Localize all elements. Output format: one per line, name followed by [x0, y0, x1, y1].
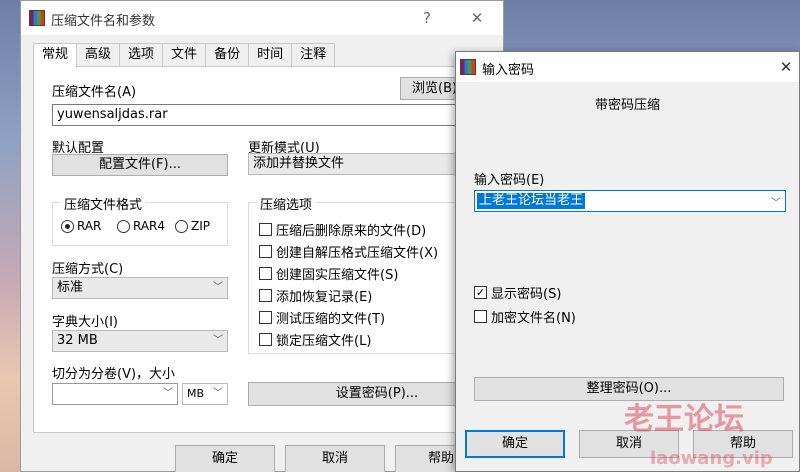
- tab-comment[interactable]: 注释: [291, 43, 336, 67]
- show-password-checkbox[interactable]: ✓ 显示密码(S): [474, 283, 561, 302]
- password-help-button[interactable]: 帮助: [693, 430, 793, 458]
- format-rar-label: RAR: [77, 219, 102, 233]
- option-recovery-label: 添加恢复记录(E): [276, 290, 373, 305]
- checkbox-unchecked-icon: [259, 267, 272, 280]
- split-size-input[interactable]: ﹀: [52, 383, 178, 405]
- password-value: 上老王论坛当老王: [477, 193, 586, 209]
- split-unit-value: MB: [187, 387, 205, 400]
- main-dialog-title: 压缩文件名和参数: [51, 14, 156, 29]
- archiving-options-title: 压缩选项: [257, 194, 316, 213]
- tab-bar: 常规 高级 选项 文件 备份 时间 注释: [33, 43, 336, 68]
- option-lock-label: 锁定压缩文件(L): [276, 334, 372, 349]
- password-dialog-title: 输入密码: [482, 63, 535, 78]
- option-delete-after-checkbox[interactable]: 压缩后删除原来的文件(D): [259, 220, 426, 239]
- check-icon: ✓: [474, 286, 487, 299]
- option-test-label: 测试压缩的文件(T): [276, 312, 386, 327]
- profiles-button[interactable]: 配置文件(F)...: [52, 154, 228, 176]
- help-icon[interactable]: ?: [415, 7, 439, 29]
- chevron-down-icon: ﹀: [213, 282, 223, 293]
- tab-advanced[interactable]: 高级: [76, 43, 121, 67]
- password-input-label: 输入密码(E): [474, 173, 545, 188]
- winrar-icon: [29, 10, 45, 26]
- password-ok-button[interactable]: 确定: [465, 430, 565, 458]
- chevron-down-icon: ﹀: [213, 335, 223, 346]
- option-test-checkbox[interactable]: 测试压缩的文件(T): [259, 308, 385, 327]
- checkbox-unchecked-icon: [259, 333, 272, 346]
- option-solid-checkbox[interactable]: 创建固实压缩文件(S): [259, 264, 398, 283]
- format-rar4-radio[interactable]: RAR4: [117, 219, 165, 233]
- compression-method-label: 压缩方式(C): [52, 262, 124, 277]
- chevron-down-icon: ﹀: [213, 388, 223, 399]
- tab-backup[interactable]: 备份: [205, 43, 250, 67]
- checkbox-unchecked-icon: [474, 310, 487, 323]
- password-cancel-button[interactable]: 取消: [579, 430, 679, 458]
- radio-selected-icon: [61, 219, 74, 233]
- tab-time[interactable]: 时间: [248, 43, 293, 67]
- option-sfx-checkbox[interactable]: 创建自解压格式压缩文件(X): [259, 242, 438, 261]
- checkbox-unchecked-icon: [259, 245, 272, 258]
- encrypt-filenames-label: 加密文件名(N): [491, 311, 576, 326]
- option-sfx-label: 创建自解压格式压缩文件(X): [276, 246, 439, 261]
- ok-button[interactable]: 确定: [175, 445, 275, 472]
- organize-passwords-button[interactable]: 整理密码(O)...: [474, 377, 784, 401]
- option-solid-label: 创建固实压缩文件(S): [276, 268, 399, 283]
- update-mode-value: 添加并替换文件: [253, 156, 345, 171]
- dictionary-size-value: 32 MB: [57, 333, 98, 348]
- format-zip-label: ZIP: [191, 219, 210, 233]
- enter-password-dialog: 输入密码 ✕ 带密码压缩 输入密码(E) 上老王论坛当老王 ﹀ ✓ 显示密码(S…: [455, 51, 800, 472]
- checkbox-unchecked-icon: [259, 311, 272, 324]
- archive-format-group: 压缩文件格式 RAR RAR4 ZIP: [52, 194, 228, 246]
- password-input[interactable]: 上老王论坛当老王 ﹀: [474, 190, 786, 212]
- compression-method-select[interactable]: 标准 ﹀: [52, 277, 228, 299]
- archive-format-title: 压缩文件格式: [61, 194, 146, 213]
- close-icon[interactable]: ✕: [774, 56, 798, 78]
- format-rar-radio[interactable]: RAR: [61, 219, 101, 233]
- option-lock-checkbox[interactable]: 锁定压缩文件(L): [259, 330, 371, 349]
- dictionary-size-label: 字典大小(I): [52, 315, 118, 330]
- format-rar4-label: RAR4: [133, 219, 166, 233]
- compression-method-value: 标准: [57, 280, 84, 295]
- format-zip-radio[interactable]: ZIP: [175, 219, 210, 233]
- close-icon[interactable]: ✕: [465, 7, 489, 29]
- show-password-label: 显示密码(S): [491, 287, 562, 302]
- password-titlebar[interactable]: 输入密码 ✕: [456, 52, 799, 82]
- radio-unselected-icon: [175, 219, 188, 233]
- option-delete-after-label: 压缩后删除原来的文件(D): [276, 224, 427, 239]
- checkbox-unchecked-icon: [259, 223, 272, 236]
- chevron-down-icon: ﹀: [771, 198, 781, 209]
- archive-name-and-parameters-dialog: 压缩文件名和参数 ? ✕ 常规 高级 选项 文件 备份 时间 注释 压缩文件名(…: [20, 0, 506, 472]
- main-titlebar[interactable]: 压缩文件名和参数 ? ✕: [21, 1, 503, 35]
- split-volumes-label: 切分为分卷(V)，大小: [52, 367, 176, 382]
- general-tab-panel: 压缩文件名(A) 浏览(B) yuwensaljdas.rar 默认配置 配置文…: [33, 66, 506, 433]
- cancel-button[interactable]: 取消: [285, 445, 385, 472]
- password-heading: 带密码压缩: [594, 98, 660, 113]
- archive-name-label: 压缩文件名(A): [52, 85, 137, 100]
- tab-general[interactable]: 常规: [33, 43, 78, 68]
- archive-name-input[interactable]: yuwensaljdas.rar: [52, 104, 506, 126]
- radio-unselected-icon: [117, 219, 130, 233]
- checkbox-unchecked-icon: [259, 289, 272, 302]
- encrypt-filenames-checkbox[interactable]: 加密文件名(N): [474, 307, 576, 326]
- split-unit-select[interactable]: MB ﹀: [182, 383, 228, 405]
- tab-options[interactable]: 选项: [119, 43, 164, 67]
- tab-files[interactable]: 文件: [162, 43, 207, 67]
- chevron-down-icon: ﹀: [163, 388, 173, 399]
- option-recovery-checkbox[interactable]: 添加恢复记录(E): [259, 286, 372, 305]
- winrar-icon: [460, 59, 476, 75]
- dictionary-size-select[interactable]: 32 MB ﹀: [52, 330, 228, 352]
